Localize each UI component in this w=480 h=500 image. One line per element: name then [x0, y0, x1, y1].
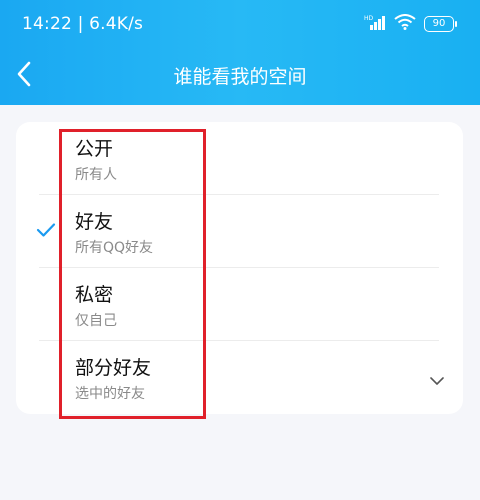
battery-icon: 90 [424, 16, 457, 32]
wifi-icon [394, 14, 416, 34]
page-title: 谁能看我的空间 [173, 66, 307, 88]
option-partial-friends[interactable]: 部分好友 选中的好友 [16, 341, 463, 414]
option-private[interactable]: 私密 仅自己 [16, 268, 463, 341]
option-title: 部分好友 [75, 357, 152, 379]
option-subtitle: 所有人 [75, 167, 117, 183]
check-icon [36, 222, 56, 242]
option-subtitle: 所有QQ好友 [75, 240, 154, 256]
option-title: 私密 [75, 284, 114, 306]
header: 14:22 | 6.4K/s HD 90 谁能看我的空间 [0, 0, 480, 105]
visibility-options-card: 公开 所有人 好友 所有QQ好友 私密 仅自己 部分好友 选中的好友 [16, 122, 463, 414]
status-bar: 14:22 | 6.4K/s HD 90 [0, 0, 480, 46]
nav-bar: 谁能看我的空间 [0, 46, 480, 102]
option-friends[interactable]: 好友 所有QQ好友 [16, 195, 463, 268]
status-icons: HD 90 [364, 14, 457, 34]
option-title: 好友 [75, 211, 114, 233]
svg-text:HD: HD [364, 15, 374, 22]
option-subtitle: 选中的好友 [75, 386, 145, 402]
signal-icon: HD [364, 14, 386, 34]
option-title: 公开 [75, 138, 114, 160]
option-subtitle: 仅自己 [75, 313, 117, 329]
option-public[interactable]: 公开 所有人 [16, 122, 463, 195]
chevron-down-icon[interactable] [429, 371, 445, 390]
status-time-speed: 14:22 | 6.4K/s [22, 14, 144, 34]
